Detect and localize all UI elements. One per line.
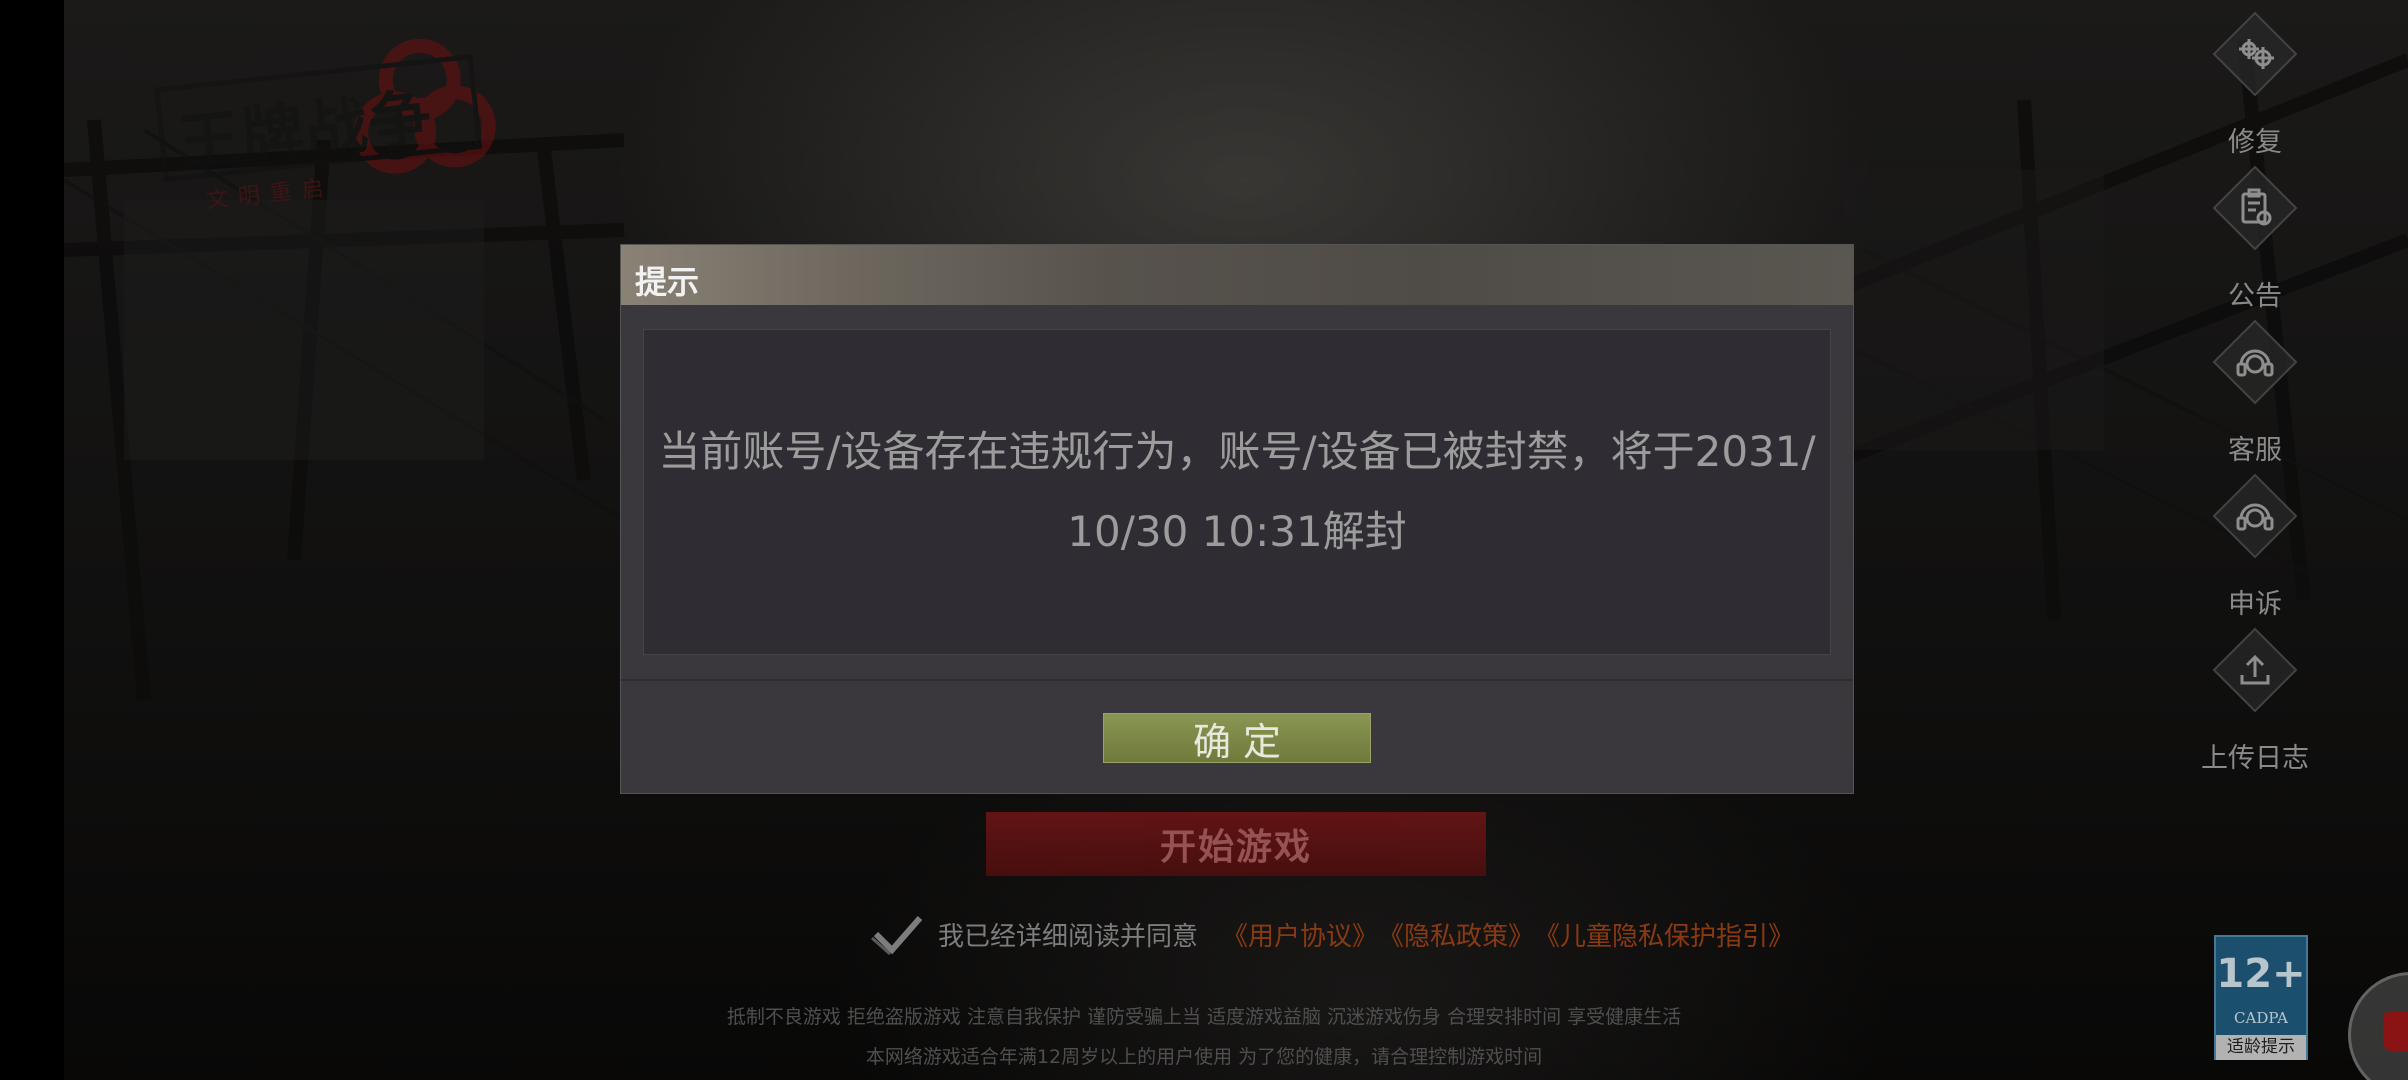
age-notice: 本网络游戏适合年满12周岁以上的用户使用 为了您的健康，请合理控制游戏时间 [865, 1046, 1543, 1068]
headset-icon [2236, 349, 2274, 377]
child-privacy-link[interactable]: 《儿童隐私保护指引》 [1534, 916, 1794, 953]
agreement-row: 我已经详细阅读并同意 《用户协议》 《隐私政策》 《儿童隐私保护指引》 [870, 910, 1794, 958]
side-item-announcement[interactable]: 公告 [2195, 165, 2315, 312]
user-agreement-link[interactable]: 《用户协议》 [1222, 916, 1378, 953]
age-rating-badge[interactable]: 12+ CADPA 适龄提示 [2214, 935, 2308, 1060]
side-item-label: 公告 [2228, 281, 2282, 312]
side-item-appeal[interactable]: 申诉 [2195, 473, 2315, 620]
age-rating-org: CADPA [2234, 1009, 2288, 1027]
side-item-label: 上传日志 [2201, 743, 2309, 774]
side-item-support[interactable]: 客服 [2195, 319, 2315, 466]
agreement-text: 我已经详细阅读并同意 [938, 921, 1199, 952]
privacy-policy-link[interactable]: 《隐私政策》 [1378, 916, 1534, 953]
headset-icon [2236, 503, 2274, 531]
gear-icon [2239, 39, 2274, 69]
start-game-button[interactable]: 开始游戏 [986, 812, 1486, 876]
checkbox-checked-icon[interactable] [870, 910, 926, 958]
confirm-button[interactable]: 确定 [1103, 713, 1371, 764]
side-item-label: 修复 [2228, 127, 2282, 158]
dialog-header: 提示 [621, 245, 1853, 305]
ban-notice-dialog: 提示 当前账号/设备存在违规行为，账号/设备已被封禁，将于2031/10/30 … [620, 244, 1854, 794]
health-notice: 抵制不良游戏 拒绝盗版游戏 注意自我保护 谨防受骗上当 适度游戏益脑 沉迷游戏伤… [726, 1006, 1682, 1028]
side-item-label: 客服 [2228, 435, 2282, 466]
age-rating-tip: 适龄提示 [2216, 1035, 2306, 1060]
side-item-label: 申诉 [2228, 589, 2282, 620]
game-login-screen: 王牌战争 文明重启 修复 公告 客服 申诉 上传日志 开始游戏 我已经详细阅读并… [0, 0, 2408, 1080]
dialog-message: 当前账号/设备存在违规行为，账号/设备已被封禁，将于2031/10/30 10:… [658, 427, 1816, 556]
dialog-title: 提示 [635, 263, 700, 301]
age-rating-number: 12+ [2216, 951, 2306, 997]
dialog-divider [621, 679, 1853, 681]
announcement-icon [2241, 188, 2272, 226]
dialog-message-panel: 当前账号/设备存在违规行为，账号/设备已被封禁，将于2031/10/30 10:… [643, 329, 1831, 655]
side-item-repair[interactable]: 修复 [2195, 11, 2315, 158]
upload-icon [2240, 654, 2270, 685]
side-item-upload-log[interactable]: 上传日志 [2195, 627, 2315, 774]
floating-ball-icon [2383, 1011, 2408, 1051]
